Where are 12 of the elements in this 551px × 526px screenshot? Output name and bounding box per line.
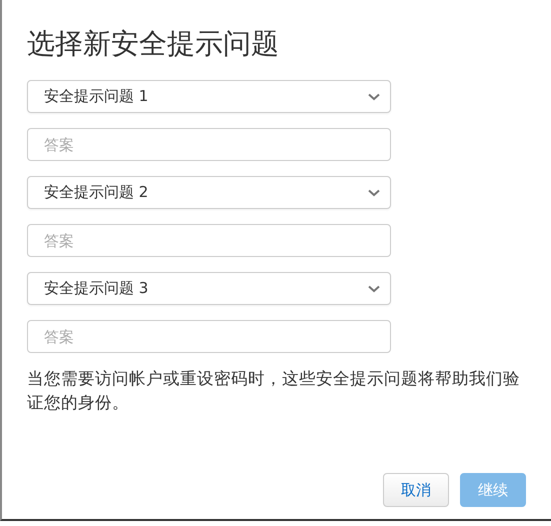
cancel-button[interactable]: 取消 [383,473,449,507]
answer-field[interactable]: 答案 [27,320,391,353]
dialog-title: 选择新安全提示问题 [27,26,280,62]
question-dropdown[interactable]: 安全提示问题 2 [27,176,391,209]
answer-field[interactable]: 答案 [27,128,391,161]
question-dropdown[interactable]: 安全提示问题 1 [27,80,391,113]
chevron-down-icon [368,92,380,100]
info-text: 当您需要访问帐户或重设密码时，这些安全提示问题将帮助我们验证您的身份。 [27,368,521,414]
question-dropdown[interactable]: 安全提示问题 3 [27,272,391,305]
answer-field[interactable]: 答案 [27,224,391,257]
chevron-down-icon [368,284,380,292]
chevron-down-icon [368,188,380,196]
